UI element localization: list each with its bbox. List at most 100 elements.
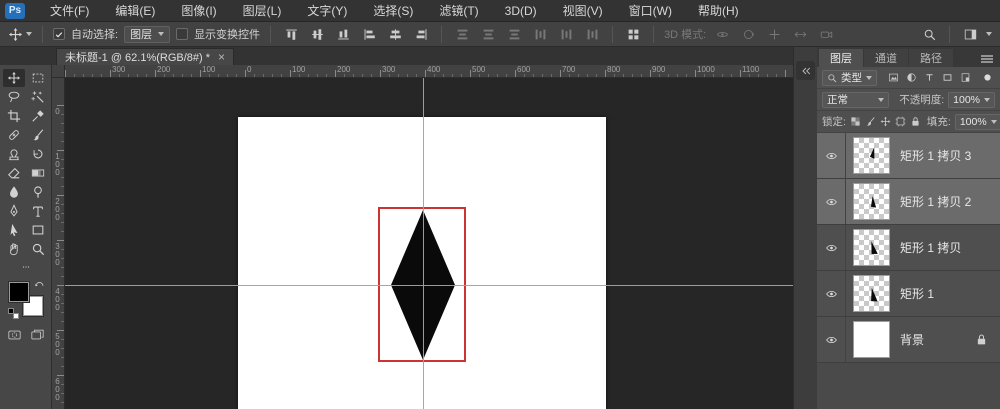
lock-all-button[interactable]	[910, 114, 921, 129]
ruler-vertical[interactable]: 0100200300400500600	[52, 78, 65, 409]
zoom-tool[interactable]	[27, 240, 49, 258]
lasso-tool[interactable]	[3, 88, 25, 106]
menu-window[interactable]: 窗口(W)	[616, 0, 685, 22]
screen-mode-button[interactable]	[29, 328, 46, 342]
filter-type-layers-button[interactable]	[921, 70, 937, 85]
foreground-color-swatch[interactable]	[9, 282, 29, 302]
menu-type[interactable]: 文字(Y)	[294, 0, 360, 22]
gradient-tool[interactable]	[27, 164, 49, 182]
filter-kind-dropdown[interactable]: 类型	[822, 70, 877, 86]
filter-shape-layers-button[interactable]	[939, 70, 955, 85]
eyedropper-tool[interactable]	[27, 107, 49, 125]
3d-roll-button[interactable]	[738, 25, 758, 44]
type-tool[interactable]	[27, 202, 49, 220]
tab-layers[interactable]: 图层	[819, 49, 863, 67]
edit-toolbar-icon[interactable]	[15, 262, 37, 272]
path-selection-tool[interactable]	[3, 221, 25, 239]
healing-brush-tool[interactable]	[3, 126, 25, 144]
filter-pixel-layers-button[interactable]	[885, 70, 901, 85]
menu-filter[interactable]: 滤镜(T)	[426, 0, 491, 22]
quick-selection-tool[interactable]	[27, 88, 49, 106]
visibility-toggle[interactable]	[817, 317, 846, 362]
menu-help[interactable]: 帮助(H)	[685, 0, 752, 22]
hand-tool[interactable]	[3, 240, 25, 258]
menu-select[interactable]: 选择(S)	[360, 0, 426, 22]
blur-tool[interactable]	[3, 183, 25, 201]
lock-image-pixels-button[interactable]	[865, 114, 876, 129]
menu-edit[interactable]: 编辑(E)	[102, 0, 168, 22]
auto-select-target-dropdown[interactable]: 图层	[124, 26, 170, 43]
swap-colors-icon[interactable]	[34, 279, 45, 290]
history-brush-tool[interactable]	[27, 145, 49, 163]
layer-thumbnail[interactable]	[853, 137, 890, 174]
3d-slide-button[interactable]	[790, 25, 810, 44]
search-icon[interactable]	[919, 25, 939, 44]
tab-channels[interactable]: 通道	[864, 49, 908, 67]
align-vertical-centers-button[interactable]	[307, 25, 327, 44]
tool-preset-picker[interactable]	[8, 27, 32, 42]
document-tab[interactable]: 未标题-1 @ 62.1%(RGB/8#) * ×	[56, 48, 234, 65]
move-tool[interactable]	[3, 69, 25, 87]
visibility-toggle[interactable]	[817, 271, 846, 316]
layer-thumbnail[interactable]	[853, 229, 890, 266]
menu-view[interactable]: 视图(V)	[550, 0, 616, 22]
visibility-toggle[interactable]	[817, 225, 846, 270]
distribute-spacing-button[interactable]	[623, 25, 643, 44]
panel-menu-icon[interactable]	[979, 51, 995, 67]
pen-tool[interactable]	[3, 202, 25, 220]
crop-tool[interactable]	[3, 107, 25, 125]
visibility-toggle[interactable]	[817, 179, 846, 224]
align-right-edges-button[interactable]	[411, 25, 431, 44]
distribute-left-edges-button[interactable]	[530, 25, 550, 44]
vertical-guide[interactable]	[423, 78, 424, 409]
eraser-tool[interactable]	[3, 164, 25, 182]
ruler-origin-corner[interactable]	[52, 65, 65, 78]
marquee-tool[interactable]	[27, 69, 49, 87]
3d-orbit-button[interactable]	[712, 25, 732, 44]
collapse-panels-icon[interactable]	[796, 61, 815, 80]
lock-artboard-button[interactable]	[895, 114, 906, 129]
brush-tool[interactable]	[27, 126, 49, 144]
layer-thumbnail[interactable]	[853, 275, 890, 312]
distribute-horizontal-centers-button[interactable]	[556, 25, 576, 44]
layer-thumbnail[interactable]	[853, 183, 890, 220]
filter-smart-objects-button[interactable]	[957, 70, 973, 85]
horizontal-guide[interactable]	[65, 285, 793, 286]
lock-position-button[interactable]	[880, 114, 891, 129]
filter-toggle-icon[interactable]	[979, 70, 995, 85]
layer-row-background[interactable]: 背景	[817, 317, 1000, 363]
filter-adjustment-layers-button[interactable]	[903, 70, 919, 85]
dodge-tool[interactable]	[27, 183, 49, 201]
distribute-vertical-centers-button[interactable]	[478, 25, 498, 44]
default-colors-icon[interactable]	[8, 308, 17, 317]
rectangle-tool[interactable]	[27, 221, 49, 239]
menu-3d[interactable]: 3D(D)	[492, 0, 550, 22]
distribute-right-edges-button[interactable]	[582, 25, 602, 44]
distribute-bottom-edges-button[interactable]	[504, 25, 524, 44]
auto-select-checkbox[interactable]	[53, 28, 65, 40]
close-icon[interactable]: ×	[218, 51, 225, 63]
layer-row-rect1-copy3[interactable]: 矩形 1 拷贝 3	[817, 133, 1000, 179]
align-top-edges-button[interactable]	[281, 25, 301, 44]
layer-row-rect1-copy[interactable]: 矩形 1 拷贝	[817, 225, 1000, 271]
layer-row-rect1[interactable]: 矩形 1	[817, 271, 1000, 317]
visibility-toggle[interactable]	[817, 133, 846, 178]
lock-transparent-pixels-button[interactable]	[850, 114, 861, 129]
ruler-horizontal[interactable]: 3002001000100200300400500600700800900100…	[65, 65, 793, 78]
align-horizontal-centers-button[interactable]	[385, 25, 405, 44]
opacity-dropdown[interactable]: 100%	[948, 92, 995, 108]
pasteboard[interactable]	[65, 78, 793, 409]
distribute-top-edges-button[interactable]	[452, 25, 472, 44]
menu-image[interactable]: 图像(I)	[168, 0, 229, 22]
show-transform-checkbox[interactable]	[176, 28, 188, 40]
layer-row-rect1-copy2[interactable]: 矩形 1 拷贝 2	[817, 179, 1000, 225]
layer-thumbnail[interactable]	[853, 321, 890, 358]
3d-dolly-button[interactable]	[816, 25, 836, 44]
blend-mode-dropdown[interactable]: 正常	[822, 92, 889, 108]
quick-mask-button[interactable]	[6, 328, 23, 342]
align-bottom-edges-button[interactable]	[333, 25, 353, 44]
clone-stamp-tool[interactable]	[3, 145, 25, 163]
menu-layer[interactable]: 图层(L)	[230, 0, 295, 22]
3d-pan-button[interactable]	[764, 25, 784, 44]
fill-dropdown[interactable]: 100%	[955, 114, 1000, 130]
